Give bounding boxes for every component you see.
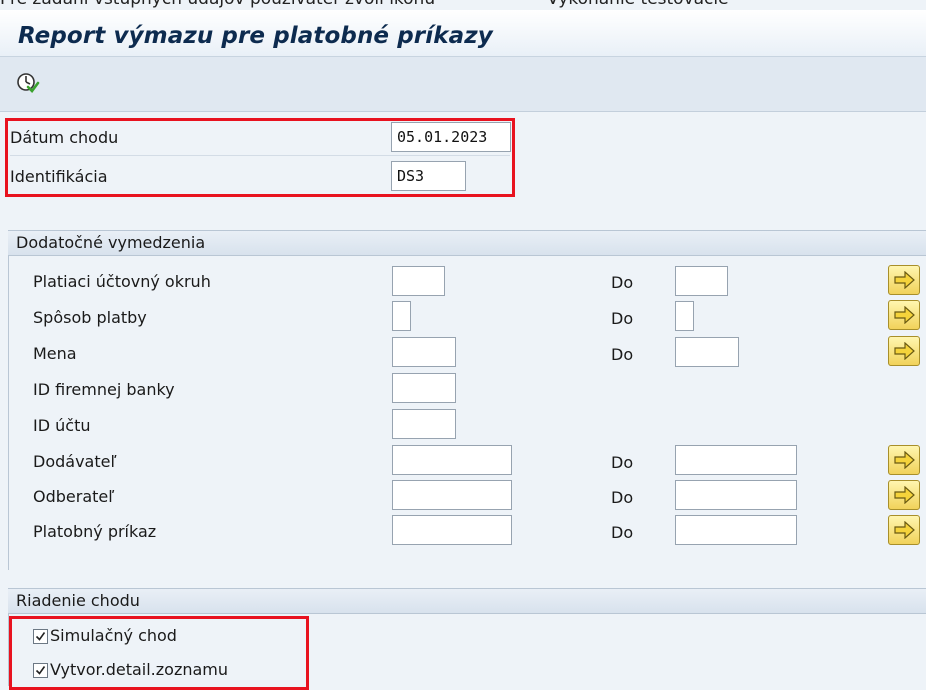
cropped-caption-left: Pre zadaní vstupných údajov používateľ z…: [0, 0, 435, 9]
currency-to-field[interactable]: [675, 337, 739, 367]
execute-icon: [17, 73, 40, 93]
arrow-right-icon: [894, 521, 915, 539]
highlight-box-header: [5, 118, 515, 197]
multiple-selection-button[interactable]: [888, 445, 920, 475]
section-run-control-title: Riadenie chodu: [16, 591, 140, 610]
currency-from-field[interactable]: [392, 337, 456, 367]
arrow-right-icon: [894, 306, 915, 324]
label-customer: Odberateľ: [33, 487, 115, 506]
highlight-box-run-control: [9, 616, 309, 690]
cropped-caption-right: Vykonanie testovacie: [547, 0, 728, 9]
to-label: Do: [611, 488, 634, 507]
house-bank-field[interactable]: [392, 373, 456, 403]
page-title: Report výmazu pre platobné príkazy: [18, 23, 493, 49]
customer-from-field[interactable]: [392, 480, 512, 510]
arrow-right-icon: [894, 486, 915, 504]
label-company-code: Platiaci účtovný okruh: [33, 272, 211, 291]
label-currency: Mena: [33, 344, 77, 363]
title-bar: Report výmazu pre platobné príkazy: [0, 10, 926, 56]
vendor-to-field[interactable]: [675, 445, 797, 475]
label-payment-order: Platobný príkaz: [33, 522, 157, 541]
cropped-caption: Pre zadaní vstupných údajov používateľ z…: [0, 0, 926, 10]
label-vendor: Dodávateľ: [33, 452, 117, 471]
label-account-id: ID účtu: [33, 416, 91, 435]
customer-to-field[interactable]: [675, 480, 797, 510]
payment-order-to-field[interactable]: [675, 515, 797, 545]
payment-method-to-field[interactable]: [675, 301, 694, 331]
to-label: Do: [611, 309, 634, 328]
execute-button[interactable]: [14, 70, 40, 96]
to-label: Do: [611, 453, 634, 472]
to-label: Do: [611, 523, 634, 542]
arrow-right-icon: [894, 451, 915, 469]
section-run-control-header: Riadenie chodu: [8, 588, 926, 614]
arrow-right-icon: [894, 342, 915, 360]
multiple-selection-button[interactable]: [888, 300, 920, 330]
multiple-selection-button[interactable]: [888, 336, 920, 366]
account-id-field[interactable]: [392, 409, 456, 439]
label-house-bank: ID firemnej banky: [33, 380, 175, 399]
multiple-selection-button[interactable]: [888, 515, 920, 545]
section-additional-title: Dodatočné vymedzenia: [16, 233, 206, 252]
payment-method-from-field[interactable]: [392, 301, 411, 331]
multiple-selection-button[interactable]: [888, 480, 920, 510]
section-additional-header: Dodatočné vymedzenia: [8, 230, 926, 256]
to-label: Do: [611, 273, 634, 292]
multiple-selection-button[interactable]: [888, 265, 920, 295]
to-label: Do: [611, 345, 634, 364]
vendor-from-field[interactable]: [392, 445, 512, 475]
section-additional-body: Platiaci účtovný okruh Do Spôsob platby …: [8, 256, 926, 570]
company-code-from-field[interactable]: [392, 266, 445, 296]
application-toolbar: [0, 56, 926, 112]
payment-order-from-field[interactable]: [392, 515, 512, 545]
arrow-right-icon: [894, 271, 915, 289]
company-code-to-field[interactable]: [675, 266, 728, 296]
label-payment-method: Spôsob platby: [33, 308, 147, 327]
